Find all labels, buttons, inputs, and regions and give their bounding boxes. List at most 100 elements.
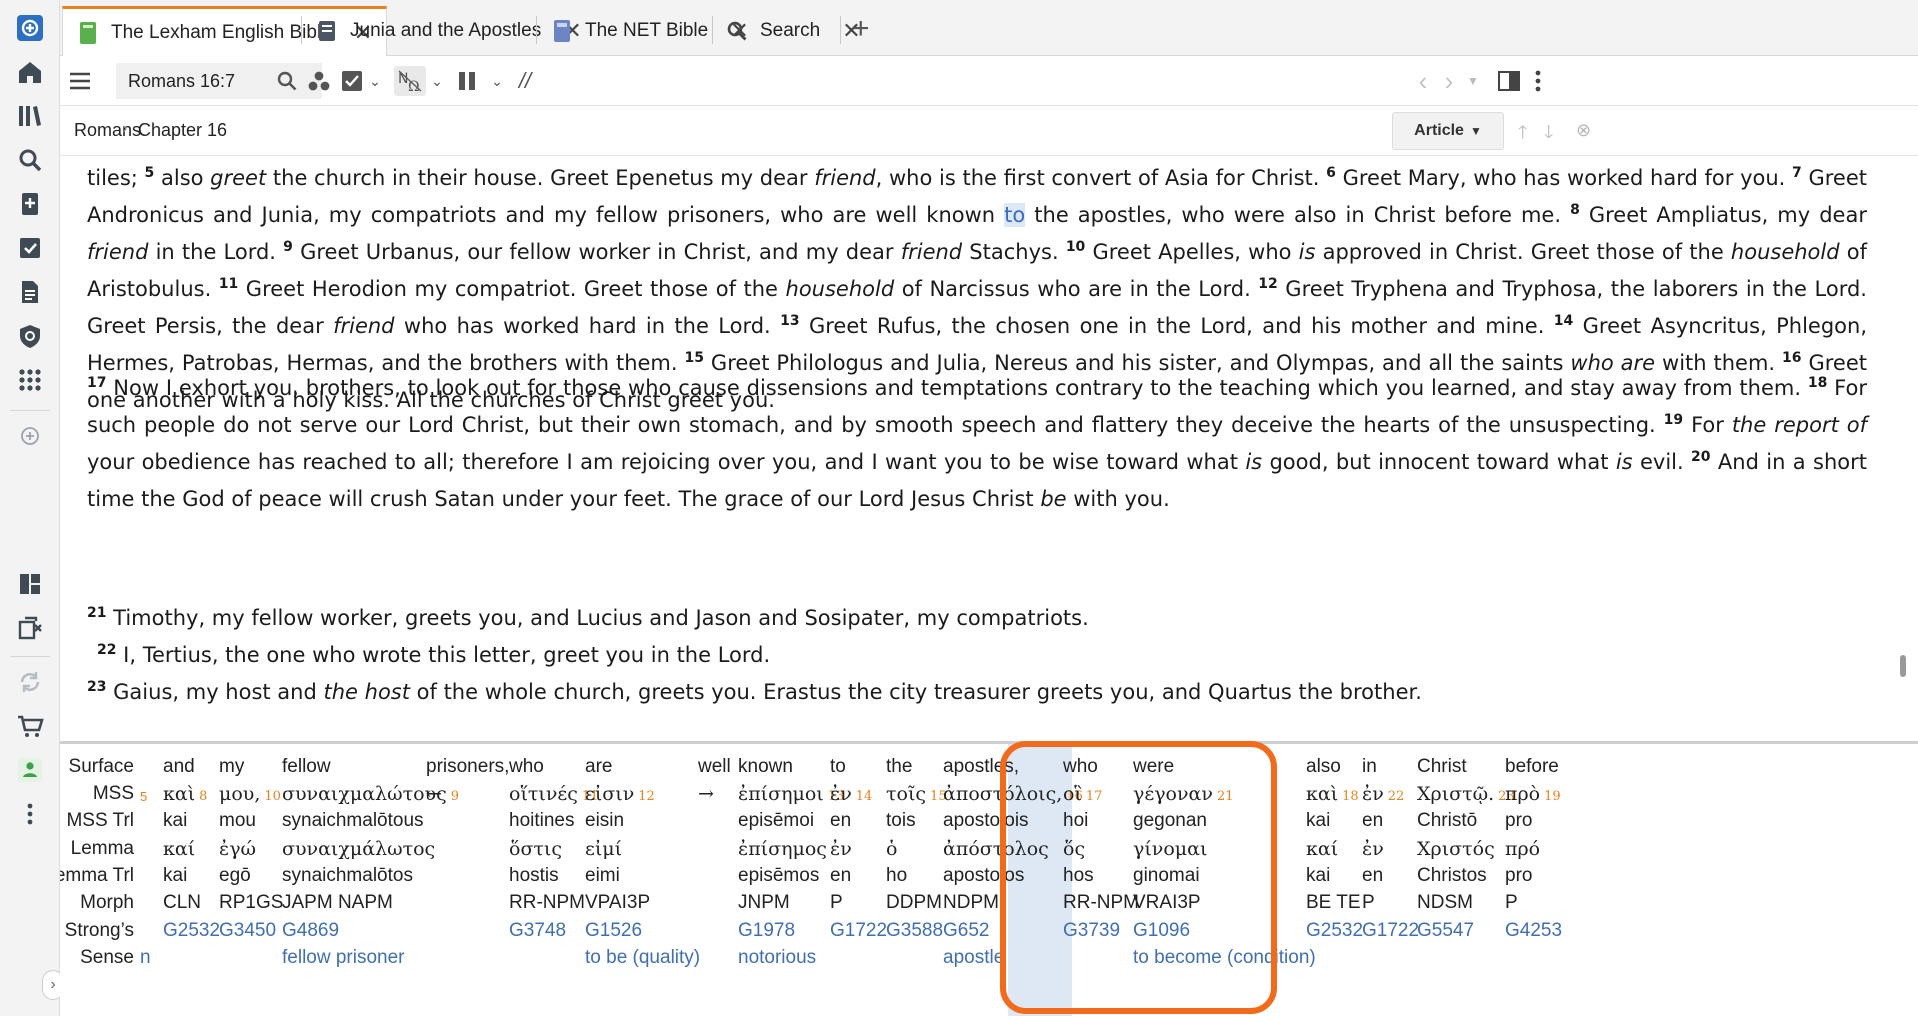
interlinear-strongs-cell[interactable]: G652: [943, 920, 989, 942]
bookmark-add-icon[interactable]: [12, 186, 48, 222]
logos-app-icon[interactable]: [12, 10, 48, 46]
interlinear-surface-cell[interactable]: the: [886, 756, 912, 778]
forward-chevron-icon[interactable]: ›: [1438, 66, 1460, 96]
visual-filters-icon[interactable]: [306, 66, 332, 96]
library-icon[interactable]: [12, 98, 48, 134]
interlinear-surface-cell[interactable]: fellow: [282, 756, 331, 778]
close-circle-icon[interactable]: ⊗: [1576, 120, 1591, 141]
panel-menu-icon[interactable]: [1530, 66, 1546, 96]
apps-grid-icon[interactable]: [12, 362, 48, 398]
interlinear-surface-cell[interactable]: known: [738, 756, 793, 778]
copy-close-icon[interactable]: [12, 610, 48, 646]
highlighting-icon[interactable]: [340, 66, 364, 96]
interlinear-strongs-cell[interactable]: G3588: [886, 920, 943, 942]
interlinear-strongs-cell[interactable]: G2532: [163, 920, 220, 942]
interlinear-surface-cell[interactable]: and: [163, 756, 195, 778]
mss-number: 9: [450, 789, 460, 804]
layout-icon[interactable]: [12, 566, 48, 602]
tab-junia-and-the-apostles[interactable]: Junia and the Apostles ✕: [316, 6, 582, 56]
interlinear-surface-cell[interactable]: who: [509, 756, 544, 778]
interlinear-mss-cell: εἰσιν 12: [585, 783, 655, 805]
interlinear-surface-cell[interactable]: prisoners,: [426, 756, 509, 778]
interlinear-surface-cell[interactable]: to: [830, 756, 846, 778]
interlinear-strongs-cell[interactable]: G4253: [1505, 920, 1562, 942]
arrow-up-icon[interactable]: 🡑: [1518, 120, 1527, 150]
breadcrumb-book[interactable]: Romans: [74, 120, 141, 141]
mss-number: 5: [140, 789, 148, 804]
interlinear-surface-cell[interactable]: were: [1133, 756, 1174, 778]
panel-layout-icon[interactable]: [1496, 66, 1522, 96]
interlinear-mss-cell: ἐν 22: [1362, 783, 1405, 805]
interlinear-strongs-cell[interactable]: G1722: [1362, 920, 1419, 942]
search-icon[interactable]: [274, 66, 300, 96]
interlinear-surface-cell[interactable]: who: [1063, 756, 1098, 778]
search-icon[interactable]: [12, 142, 48, 178]
interlinear-strongs-cell[interactable]: G1722: [830, 920, 887, 942]
interlinear-strongs-cell[interactable]: G4869: [282, 920, 339, 942]
interlinear-surface-cell[interactable]: in: [1362, 756, 1377, 778]
article-dropdown-button[interactable]: Article ▼: [1392, 112, 1504, 150]
interlinear-lemma-trl-cell: eimi: [585, 865, 620, 886]
arrow-down-icon[interactable]: 🡓: [1544, 120, 1553, 150]
verse-number: 5: [144, 165, 155, 181]
hamburger-menu-icon[interactable]: [66, 66, 94, 96]
chevron-down-icon[interactable]: ⌄: [488, 66, 506, 96]
interlinear-sense-cell[interactable]: apostle: [943, 947, 1004, 969]
scrollbar-thumb[interactable]: [1900, 655, 1906, 677]
interlinear-morph-cell: NDPM: [943, 892, 999, 913]
user-status-icon[interactable]: [12, 752, 48, 788]
chevron-down-icon[interactable]: ⌄: [366, 66, 384, 96]
interlinear-sense-cell[interactable]: to be (quality): [585, 947, 700, 969]
interlinear-mss-trl-cell: en: [1362, 810, 1384, 831]
checklist-icon[interactable]: [12, 230, 48, 266]
interlinear-toggle-icon[interactable]: NΩ: [394, 66, 426, 96]
interlinear-surface-cell[interactable]: before: [1505, 756, 1559, 778]
interlinear-strongs-cell[interactable]: G1978: [738, 920, 795, 942]
interlinear-row-label: Lemma: [70, 838, 134, 859]
selected-word[interactable]: to: [1004, 203, 1026, 227]
interlinear-strongs-cell[interactable]: G3739: [1063, 920, 1120, 942]
parallel-columns-icon[interactable]: [456, 66, 478, 96]
bible-text-pane[interactable]: tiles; 5 also greet the church in their …: [60, 156, 1918, 741]
sync-link-icon[interactable]: //: [512, 66, 538, 96]
home-icon[interactable]: [12, 54, 48, 90]
breadcrumb-chapter[interactable]: Chapter 16: [138, 120, 227, 141]
more-icon[interactable]: [12, 796, 48, 832]
interlinear-strongs-cell[interactable]: G1526: [585, 920, 642, 942]
interlinear-lemma-trl-cell: egō: [219, 865, 251, 886]
interlinear-lemma-trl-cell: hos: [1063, 865, 1094, 886]
interlinear-surface-cell[interactable]: my: [219, 756, 244, 778]
mss-number: 14: [855, 789, 873, 804]
interlinear-lemma-trl-cell: en: [1362, 865, 1384, 886]
interlinear-strongs-cell[interactable]: G3748: [509, 920, 566, 942]
mss-number: 17: [1085, 789, 1103, 804]
interlinear-sense-cell[interactable]: fellow prisoner: [282, 947, 405, 969]
tab-net-bible[interactable]: The NET Bible ✕: [551, 6, 749, 56]
interlinear-sense-cell[interactable]: notorious: [738, 947, 816, 969]
new-tab-plus-icon[interactable]: +: [852, 12, 870, 46]
interlinear-sense-cell[interactable]: to become (condition): [1133, 947, 1316, 969]
tab-divider: [536, 16, 537, 44]
interlinear-strongs-cell[interactable]: G2532: [1306, 920, 1363, 942]
interlinear-mss-cell: ←: [426, 783, 442, 805]
document-icon[interactable]: [12, 274, 48, 310]
interlinear-surface-cell[interactable]: Christ: [1417, 756, 1467, 778]
interlinear-mss-trl-cell: apostolois: [943, 810, 1029, 831]
interlinear-surface-cell[interactable]: are: [585, 756, 612, 778]
interlinear-strongs-cell[interactable]: G1096: [1133, 920, 1190, 942]
interlinear-morph-cell: P: [1362, 892, 1375, 913]
sync-icon[interactable]: [12, 664, 48, 700]
chevron-down-icon[interactable]: ⌄: [428, 66, 446, 96]
add-icon[interactable]: [12, 418, 48, 454]
cart-icon[interactable]: [12, 708, 48, 744]
interlinear-surface-cell[interactable]: also: [1306, 756, 1341, 778]
interlinear-surface-cell[interactable]: apostles,: [943, 756, 1019, 778]
interlinear-surface-cell[interactable]: well: [698, 756, 731, 778]
history-dropdown-icon[interactable]: ▼: [1464, 66, 1482, 96]
tab-divider: [712, 16, 713, 44]
interlinear-strongs-cell[interactable]: G3450: [219, 920, 276, 942]
shield-icon[interactable]: [12, 318, 48, 354]
interlinear-strongs-cell[interactable]: G5547: [1417, 920, 1474, 942]
sense-link[interactable]: n: [140, 947, 151, 969]
back-chevron-icon[interactable]: ‹: [1412, 66, 1434, 96]
